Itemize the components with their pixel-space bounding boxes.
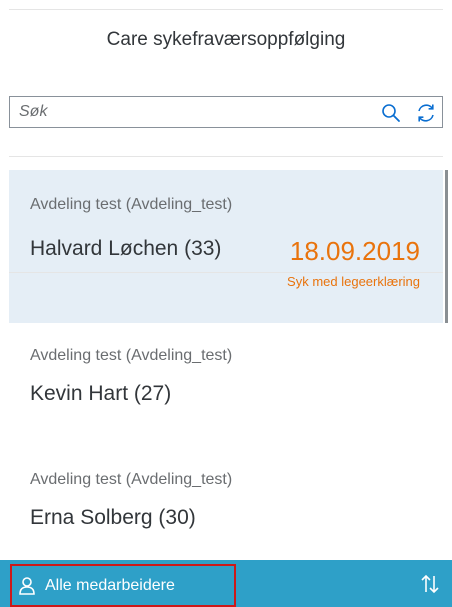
item-department: Avdeling test (Avdeling_test) — [30, 471, 233, 488]
footer-toolbar: Alle medarbeidere — [0, 560, 452, 607]
list-item[interactable]: Avdeling test (Avdeling_test) Kevin Hart… — [9, 323, 443, 443]
item-name: Erna Solberg (30) — [30, 506, 196, 529]
item-department: Avdeling test (Avdeling_test) — [30, 347, 233, 364]
item-name: Halvard Løchen (33) — [30, 237, 222, 260]
page-title: Care sykefraværsoppfølging — [106, 29, 346, 50]
refresh-icon[interactable] — [415, 102, 437, 124]
list-separator — [9, 272, 443, 273]
all-employees-filter-button[interactable]: Alle medarbeidere — [10, 564, 236, 607]
item-department: Avdeling test (Avdeling_test) — [30, 196, 233, 213]
item-date: 18.09.2019 — [289, 236, 420, 266]
employee-list: Avdeling test (Avdeling_test) Halvard Lø… — [9, 170, 443, 563]
search-input[interactable] — [10, 97, 350, 127]
search-field[interactable] — [9, 96, 443, 128]
app-root: Care sykefraværsoppfølging Avdeling test… — [0, 0, 452, 607]
item-status: Syk med legeerklæring — [287, 274, 420, 289]
sort-icon[interactable] — [418, 572, 442, 596]
top-divider — [9, 9, 443, 10]
list-divider — [9, 156, 443, 157]
person-icon — [17, 576, 37, 596]
scrollbar[interactable] — [445, 170, 448, 323]
search-icon[interactable] — [381, 103, 401, 123]
filter-label: Alle medarbeidere — [45, 576, 175, 594]
list-item[interactable]: Avdeling test (Avdeling_test) Halvard Lø… — [9, 170, 443, 323]
item-name: Kevin Hart (27) — [30, 382, 172, 405]
list-item[interactable]: Avdeling test (Avdeling_test) Erna Solbe… — [9, 443, 443, 563]
